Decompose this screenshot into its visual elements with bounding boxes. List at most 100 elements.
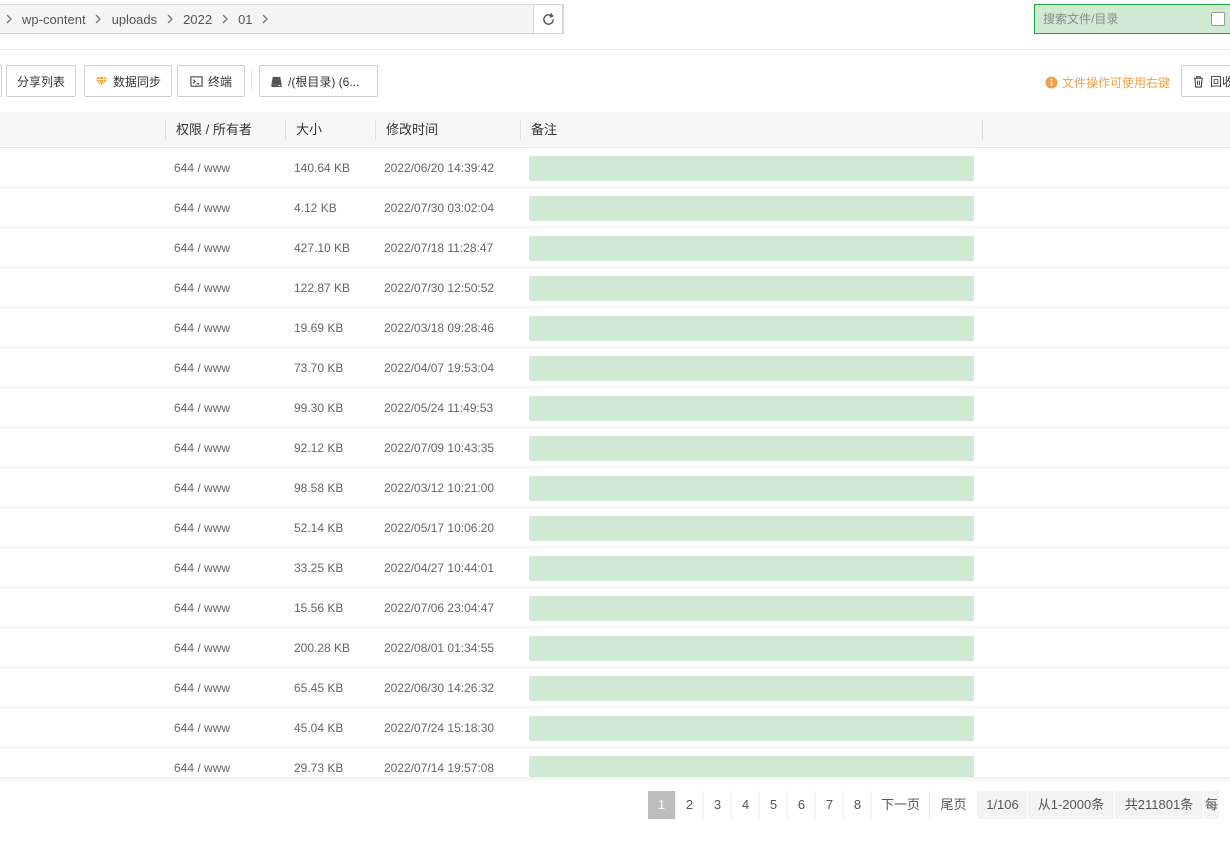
note-input[interactable] [529,636,974,661]
perm-cell[interactable]: 644 / www [174,468,230,508]
time-cell: 2022/07/18 11:28:47 [384,241,494,255]
time-cell: 2022/07/09 10:43:35 [384,441,495,455]
recycle-label: 回收 [1210,74,1230,89]
table-row[interactable]: 644 / www 122.87 KB 2022/07/30 12:50:52 [0,268,1230,308]
table-row[interactable]: 644 / www 19.69 KB 2022/03/18 09:28:46 [0,308,1230,348]
perm-cell[interactable]: 644 / www [174,708,230,748]
hint-text: 文件操作可使用右键 [1062,76,1171,90]
time-cell: 2022/07/24 15:18:30 [384,721,495,735]
toolbar-divider [251,71,252,91]
table-row[interactable]: 644 / www 15.56 KB 2022/07/06 23:04:47 [0,588,1230,628]
share-list-button[interactable]: 分享列表 [6,65,76,97]
perm-cell[interactable]: 644 / www [174,548,230,588]
note-input[interactable] [529,156,974,181]
page-button[interactable]: 8 [844,791,872,819]
note-input[interactable] [529,316,974,341]
breadcrumb-item[interactable]: 2022 [177,12,218,27]
time-cell: 2022/07/14 19:57:08 [384,761,495,775]
page-button[interactable]: 6 [788,791,816,819]
search-subdir-checkbox[interactable] [1211,12,1225,26]
breadcrumb-item[interactable]: uploads [106,12,164,27]
table-row[interactable]: 644 / www 427.10 KB 2022/07/18 11:28:47 [0,228,1230,268]
note-input[interactable] [529,596,974,621]
page-button[interactable]: 5 [760,791,788,819]
table-row[interactable]: 644 / www 92.12 KB 2022/07/09 10:43:35 [0,428,1230,468]
note-input[interactable] [529,476,974,501]
size-cell: 4.12 KB [294,201,337,215]
perm-cell[interactable]: 644 / www [174,388,230,428]
trash-icon [1193,75,1204,88]
table-row[interactable]: 644 / www 4.12 KB 2022/07/30 03:02:04 [0,188,1230,228]
note-input[interactable] [529,676,974,701]
column-header-note: 备注 [531,122,558,137]
toolbar-button-clipped[interactable] [0,65,2,97]
perm-cell[interactable]: 644 / www [174,668,230,708]
size-cell: 98.58 KB [294,481,344,495]
right-click-hint: 文件操作可使用右键 [1045,74,1170,91]
refresh-button[interactable] [533,4,563,34]
next-page-button[interactable]: 下一页 [872,791,930,819]
column-header-perm[interactable]: 权限 / 所有者 [176,112,252,147]
note-input[interactable] [529,516,974,541]
perm-cell[interactable]: 644 / www [174,228,230,268]
note-input[interactable] [529,276,974,301]
table-row[interactable]: 644 / www 200.28 KB 2022/08/01 01:34:55 [0,628,1230,668]
column-divider [285,120,286,140]
table-row[interactable]: 644 / www 65.45 KB 2022/06/30 14:26:32 [0,668,1230,708]
page-button[interactable]: 7 [816,791,844,819]
breadcrumb-item[interactable]: wp-content [16,12,92,27]
terminal-button[interactable]: 终端 [177,65,245,97]
size-cell: 92.12 KB [294,441,344,455]
recycle-bin-button[interactable]: 回收 [1181,65,1230,97]
table-row[interactable]: 644 / www 99.30 KB 2022/05/24 11:49:53 [0,388,1230,428]
note-input[interactable] [529,396,974,421]
note-input[interactable] [529,716,974,741]
disk-label: /(根目录) (6... [288,74,360,89]
perm-cell[interactable]: 644 / www [174,588,230,628]
note-input[interactable] [529,196,974,221]
chevron-right-icon [2,5,16,33]
page-button[interactable]: 3 [704,791,732,819]
perm-cell[interactable]: 644 / www [174,348,230,388]
terminal-icon [190,75,203,87]
size-cell: 200.28 KB [294,641,351,655]
note-input[interactable] [529,556,974,581]
note-input[interactable] [529,356,974,381]
perm-cell[interactable]: 644 / www [174,628,230,668]
note-input[interactable] [529,236,974,261]
note-input[interactable] [529,436,974,461]
table-row[interactable]: 644 / www 52.14 KB 2022/05/17 10:06:20 [0,508,1230,548]
disk-icon [271,76,282,87]
table-row[interactable]: 644 / www 73.70 KB 2022/04/07 19:53:04 [0,348,1230,388]
perm-cell[interactable]: 644 / www [174,428,230,468]
data-sync-button[interactable]: 数据同步 [84,65,172,97]
time-cell: 2022/03/18 09:28:46 [384,321,495,335]
search-input[interactable] [1035,11,1205,27]
time-cell: 2022/04/07 19:53:04 [384,361,495,375]
chevron-right-icon [92,5,106,33]
last-page-button[interactable]: 尾页 [930,791,978,819]
table-row[interactable]: 644 / www 29.73 KB 2022/07/14 19:57:08 [0,748,1230,780]
column-header-size[interactable]: 大小 [296,112,322,147]
perm-cell[interactable]: 644 / www [174,308,230,348]
table-row[interactable]: 644 / www 140.64 KB 2022/06/20 14:39:42 [0,148,1230,188]
size-cell: 427.10 KB [294,241,351,255]
terminal-label: 终端 [207,74,232,89]
breadcrumb-item[interactable]: 01 [232,12,258,27]
time-cell: 2022/07/06 23:04:47 [384,601,495,615]
table-row[interactable]: 644 / www 98.58 KB 2022/03/12 10:21:00 [0,468,1230,508]
disk-select-button[interactable]: /(根目录) (6... [259,65,378,97]
table-row[interactable]: 644 / www 33.25 KB 2022/04/27 10:44:01 [0,548,1230,588]
perm-cell[interactable]: 644 / www [174,748,230,780]
page-button[interactable]: 2 [676,791,704,819]
perm-cell[interactable]: 644 / www [174,268,230,308]
perm-cell[interactable]: 644 / www [174,148,230,188]
perm-cell[interactable]: 644 / www [174,508,230,548]
table-row[interactable]: 644 / www 45.04 KB 2022/07/24 15:18:30 [0,708,1230,748]
per-page-select[interactable]: 每 [1204,791,1219,819]
page-button-current[interactable]: 1 [648,791,676,819]
range-info: 从1-2000条 [1028,791,1115,819]
page-button[interactable]: 4 [732,791,760,819]
perm-cell[interactable]: 644 / www [174,188,230,228]
column-header-time[interactable]: 修改时间 [386,112,438,147]
